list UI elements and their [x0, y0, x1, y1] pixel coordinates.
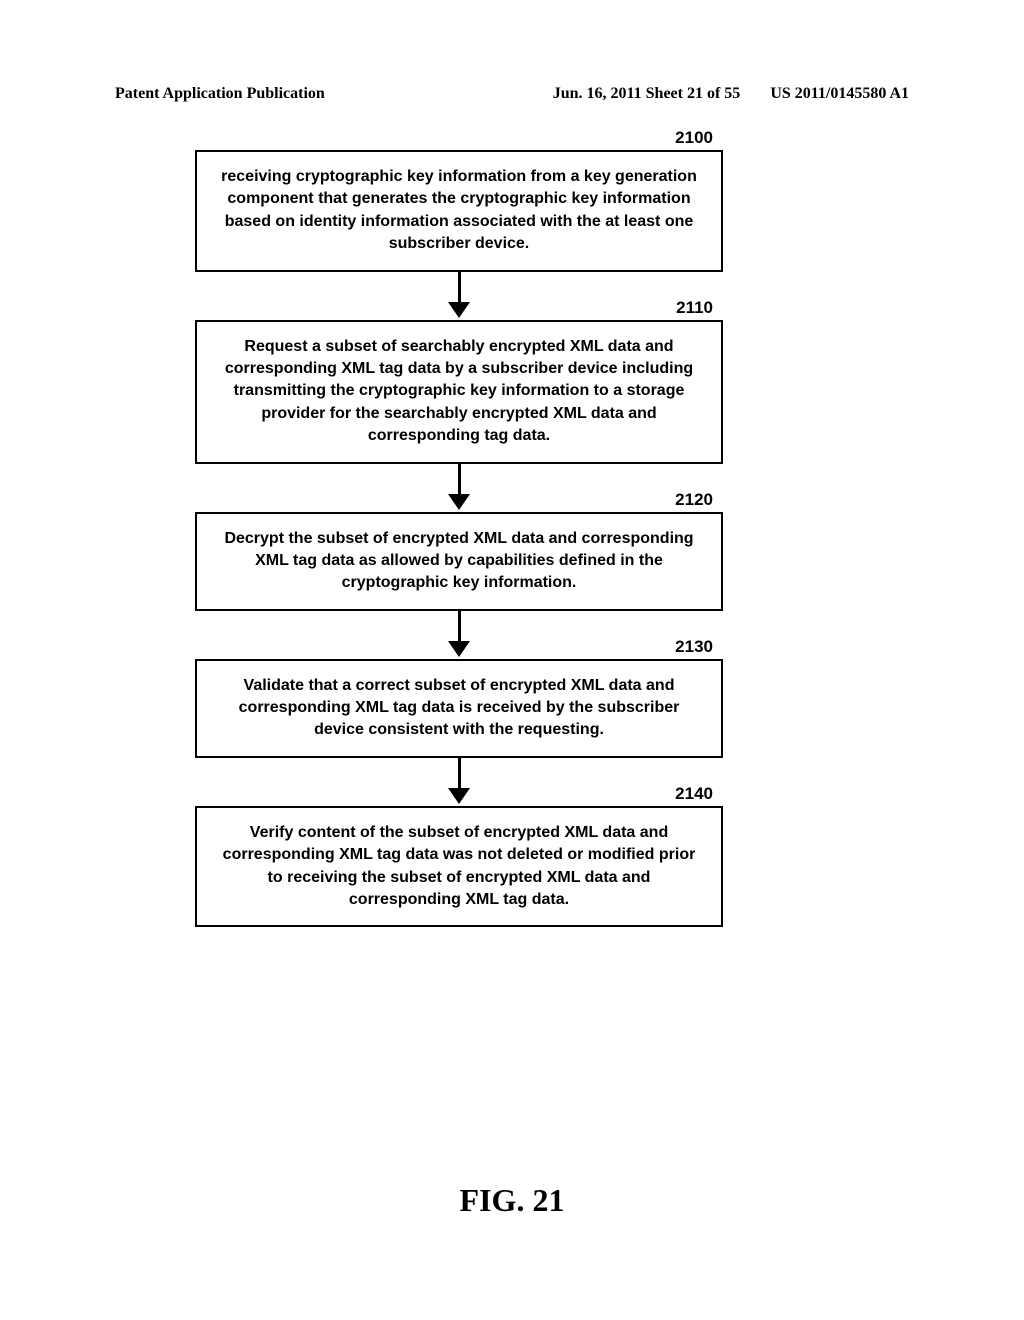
flowchart-step-2100: 2100 receiving cryptographic key informa…: [195, 150, 723, 272]
arrow-head: [448, 494, 470, 510]
page-header: Patent Application Publication Jun. 16, …: [115, 85, 909, 103]
arrow-icon: [195, 464, 723, 512]
arrow-head: [448, 302, 470, 318]
step-text: Validate that a correct subset of encryp…: [239, 677, 680, 739]
arrow-icon: [195, 758, 723, 806]
step-text: receiving cryptographic key information …: [221, 168, 697, 252]
step-label: 2120: [675, 488, 713, 512]
flowchart-step-2110: 2110 Request a subset of searchably encr…: [195, 320, 723, 464]
arrow-icon: [195, 611, 723, 659]
step-label: 2100: [675, 126, 713, 150]
step-text: Decrypt the subset of encrypted XML data…: [224, 530, 693, 592]
header-right-group: Jun. 16, 2011 Sheet 21 of 55 US 2011/014…: [553, 85, 909, 103]
step-label: 2130: [675, 635, 713, 659]
header-right: US 2011/0145580 A1: [770, 85, 909, 103]
header-center: Jun. 16, 2011 Sheet 21 of 55: [553, 85, 741, 103]
figure-label: FIG. 21: [0, 1182, 1024, 1219]
flowchart-step-2120: 2120 Decrypt the subset of encrypted XML…: [195, 512, 723, 611]
flowchart-step-2130: 2130 Validate that a correct subset of e…: [195, 659, 723, 758]
arrow-icon: [195, 272, 723, 320]
step-text: Verify content of the subset of encrypte…: [223, 824, 696, 908]
flowchart: 2100 receiving cryptographic key informa…: [195, 150, 723, 927]
header-left: Patent Application Publication: [115, 85, 325, 103]
step-text: Request a subset of searchably encrypted…: [225, 338, 693, 445]
step-label: 2140: [675, 782, 713, 806]
flowchart-step-2140: 2140 Verify content of the subset of enc…: [195, 806, 723, 928]
arrow-head: [448, 788, 470, 804]
arrow-head: [448, 641, 470, 657]
step-label: 2110: [676, 296, 713, 320]
